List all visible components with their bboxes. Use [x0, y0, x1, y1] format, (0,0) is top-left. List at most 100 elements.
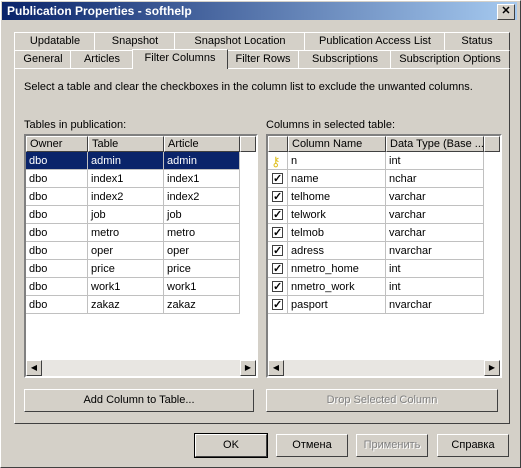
include-checkbox[interactable]: ✓ — [272, 209, 283, 221]
tab-subscriptions[interactable]: Subscriptions — [298, 50, 392, 68]
column-name-cell: telwork — [288, 206, 386, 224]
tables-hscrollbar[interactable]: ◀ ▶ — [26, 360, 256, 376]
table-row[interactable]: dbo index2 index2 — [26, 188, 240, 206]
tab-back-status[interactable]: Status — [444, 32, 510, 50]
include-checkbox[interactable]: ✓ — [272, 173, 283, 185]
scroll-right-icon[interactable]: ▶ — [484, 360, 500, 376]
tables-label: Tables in publication: — [24, 119, 127, 131]
table-cell: job — [88, 206, 164, 224]
owner-cell: dbo — [26, 278, 88, 296]
check-cell[interactable]: ⚷ — [268, 152, 288, 170]
article-cell: zakaz — [164, 296, 240, 314]
column-row[interactable]: ✓ nmetro_home int — [268, 260, 484, 278]
include-checkbox[interactable]: ✓ — [272, 299, 283, 311]
help-button[interactable]: Справка — [437, 434, 509, 457]
column-name-cell: pasport — [288, 296, 386, 314]
apply-button[interactable]: Применить — [356, 434, 428, 457]
column-row[interactable]: ✓ pasport nvarchar — [268, 296, 484, 314]
tab-back-snapshot-location[interactable]: Snapshot Location — [174, 32, 306, 50]
column-row[interactable]: ✓ telhome varchar — [268, 188, 484, 206]
add-column-button[interactable]: Add Column to Table... — [24, 389, 254, 412]
table-row[interactable]: dbo job job — [26, 206, 240, 224]
tab-back-publication-access-list[interactable]: Publication Access List — [304, 32, 446, 50]
owner-cell: dbo — [26, 170, 88, 188]
table-row[interactable]: dbo work1 work1 — [26, 278, 240, 296]
data-type-cell: int — [386, 260, 484, 278]
include-checkbox[interactable]: ✓ — [272, 227, 283, 239]
column-name-cell: n — [288, 152, 386, 170]
tab-filter-columns[interactable]: Filter Columns — [132, 49, 228, 69]
title-bar[interactable]: Publication Properties - softhelp ✕ — [2, 2, 517, 20]
article-cell: metro — [164, 224, 240, 242]
close-button[interactable]: ✕ — [497, 4, 515, 20]
table-cell: index1 — [88, 170, 164, 188]
column-name-cell: name — [288, 170, 386, 188]
check-cell[interactable]: ✓ — [268, 188, 288, 206]
table-row[interactable]: dbo metro metro — [26, 224, 240, 242]
owner-cell: dbo — [26, 188, 88, 206]
tab-filter-rows[interactable]: Filter Rows — [226, 50, 300, 68]
tab-back-snapshot[interactable]: Snapshot — [94, 32, 176, 50]
table-row[interactable]: dbo oper oper — [26, 242, 240, 260]
table-row[interactable]: dbo admin admin — [26, 152, 240, 170]
tab-articles[interactable]: Articles — [70, 50, 134, 68]
columns-label: Columns in selected table: — [266, 119, 396, 131]
ok-button[interactable]: OK — [194, 433, 268, 458]
scroll-left-icon[interactable]: ◀ — [268, 360, 284, 376]
owner-cell: dbo — [26, 206, 88, 224]
column-name-cell: telmob — [288, 224, 386, 242]
scroll-left-icon[interactable]: ◀ — [26, 360, 42, 376]
column-row[interactable]: ✓ telwork varchar — [268, 206, 484, 224]
include-checkbox[interactable]: ✓ — [272, 245, 283, 257]
cancel-button[interactable]: Отмена — [276, 434, 348, 457]
include-checkbox[interactable]: ✓ — [272, 281, 283, 293]
column-name-cell: adress — [288, 242, 386, 260]
include-checkbox[interactable]: ✓ — [272, 263, 283, 275]
article-cell: index2 — [164, 188, 240, 206]
table-row[interactable]: dbo index1 index1 — [26, 170, 240, 188]
table-cell: index2 — [88, 188, 164, 206]
header-blank — [240, 136, 256, 152]
header-check[interactable] — [268, 136, 288, 152]
tab-general[interactable]: General — [14, 50, 72, 68]
header-column-name[interactable]: Column Name — [288, 136, 386, 152]
header-owner[interactable]: Owner — [26, 136, 88, 152]
tables-list[interactable]: Owner Table Article ◀ ▶ dbo admin admin dbo… — [24, 134, 258, 378]
check-cell[interactable]: ✓ — [268, 206, 288, 224]
article-cell: index1 — [164, 170, 240, 188]
table-cell: zakaz — [88, 296, 164, 314]
column-row[interactable]: ✓ name nchar — [268, 170, 484, 188]
check-cell[interactable]: ✓ — [268, 278, 288, 296]
table-cell: oper — [88, 242, 164, 260]
tab-subscription-options[interactable]: Subscription Options — [390, 50, 510, 68]
data-type-cell: nvarchar — [386, 296, 484, 314]
scroll-right-icon[interactable]: ▶ — [240, 360, 256, 376]
owner-cell: dbo — [26, 296, 88, 314]
check-cell[interactable]: ✓ — [268, 170, 288, 188]
column-row[interactable]: ✓ nmetro_work int — [268, 278, 484, 296]
column-row[interactable]: ⚷ n int — [268, 152, 484, 170]
header-data-type[interactable]: Data Type (Base ... — [386, 136, 484, 152]
tab-back-updatable[interactable]: Updatable — [14, 32, 96, 50]
drop-column-button[interactable]: Drop Selected Column — [266, 389, 498, 412]
header-table[interactable]: Table — [88, 136, 164, 152]
column-row[interactable]: ✓ adress nvarchar — [268, 242, 484, 260]
columns-list[interactable]: Column Name Data Type (Base ... ◀ ▶ ⚷ n in… — [266, 134, 502, 378]
table-row[interactable]: dbo zakaz zakaz — [26, 296, 240, 314]
drop-column-label: Drop Selected Column — [326, 394, 438, 406]
table-row[interactable]: dbo price price — [26, 260, 240, 278]
check-cell[interactable]: ✓ — [268, 242, 288, 260]
include-checkbox[interactable]: ✓ — [272, 191, 283, 203]
data-type-cell: varchar — [386, 206, 484, 224]
data-type-cell: nchar — [386, 170, 484, 188]
check-cell[interactable]: ✓ — [268, 260, 288, 278]
header-article[interactable]: Article — [164, 136, 240, 152]
article-cell: price — [164, 260, 240, 278]
table-cell: admin — [88, 152, 164, 170]
table-cell: work1 — [88, 278, 164, 296]
data-type-cell: int — [386, 278, 484, 296]
check-cell[interactable]: ✓ — [268, 296, 288, 314]
column-row[interactable]: ✓ telmob varchar — [268, 224, 484, 242]
columns-hscrollbar[interactable]: ◀ ▶ — [268, 360, 500, 376]
check-cell[interactable]: ✓ — [268, 224, 288, 242]
